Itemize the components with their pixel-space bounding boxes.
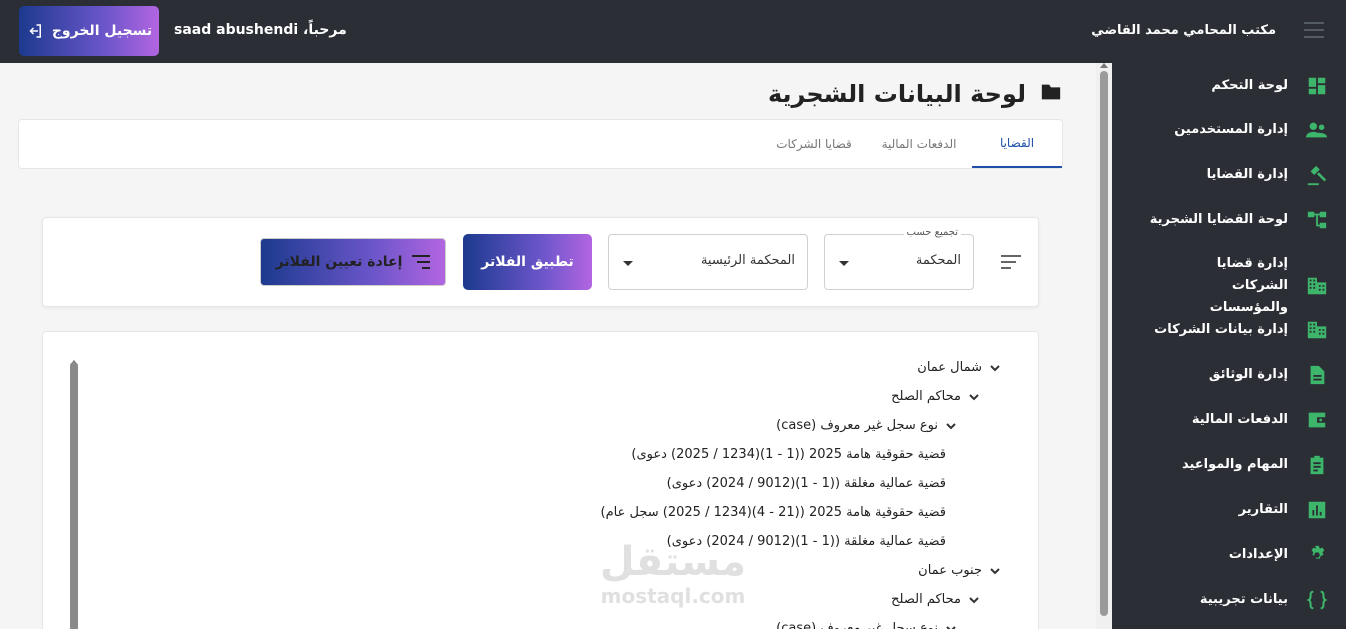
tree-row-label: قضية حقوقية هامة 2025 ((21 - 4)(1234 / 2… — [600, 505, 946, 520]
tabs-bar: القضايا الدفعات المالية قضايا الشركات — [18, 119, 1063, 169]
reset-filters-button[interactable]: إعادة تعيين الفلاتر — [260, 238, 446, 286]
office-name: مكتب المحامي محمد القاضي — [1091, 23, 1276, 38]
chevron-down-icon — [623, 261, 633, 266]
sort-icon — [1001, 255, 1021, 271]
tree-row-label: محاكم الصلح — [891, 389, 961, 404]
court-select[interactable]: المحكمة الرئيسية — [608, 234, 808, 290]
tree-row[interactable]: نوع سجل غير معروف (case) — [776, 621, 958, 629]
chevron-down-icon — [839, 261, 849, 266]
sidebar-item-0[interactable]: لوحة التحكم — [1112, 75, 1346, 97]
tree-row-label: نوع سجل غير معروف (case) — [776, 621, 938, 629]
filter-card: تجميع حسب المحكمة المحكمة الرئيسية تطبيق… — [42, 217, 1039, 307]
chevron-down-icon[interactable] — [967, 593, 981, 607]
tree-row-label: قضية عمالية مغلقة ((1 - 1)(9012 / 2024) … — [666, 476, 946, 491]
sidebar-item-4[interactable]: إدارة قضايا الشركات والمؤسسات — [1112, 253, 1346, 319]
document-icon — [1306, 364, 1328, 386]
group-by-select[interactable]: تجميع حسب المحكمة — [824, 227, 974, 290]
sidebar-item-label: إدارة قضايا الشركات والمؤسسات — [1209, 256, 1288, 315]
tree-row-label: شمال عمان — [917, 360, 982, 375]
tree-scrollbar[interactable] — [70, 362, 78, 629]
page-title: لوحة البيانات الشجرية — [767, 80, 1026, 108]
tree-row[interactable]: قضية عمالية مغلقة ((1 - 1)(9012 / 2024) … — [667, 534, 946, 549]
tab-company-cases[interactable]: قضايا الشركات — [764, 120, 864, 168]
tree-row[interactable]: نوع سجل غير معروف (case) — [776, 418, 958, 433]
sidebar-item-8[interactable]: المهام والمواعيد — [1112, 454, 1346, 476]
welcome-text: مرحباً، saad abushendi — [174, 22, 347, 38]
wallet-icon — [1306, 409, 1328, 431]
apply-filters-button[interactable]: تطبيق الفلاتر — [463, 234, 592, 290]
sidebar-item-1[interactable]: إدارة المستخدمين — [1112, 119, 1346, 141]
scrollbar-thumb[interactable] — [1100, 71, 1108, 616]
tree-row[interactable]: محاكم الصلح — [891, 389, 981, 404]
sidebar-item-2[interactable]: إدارة القضايا — [1112, 164, 1346, 186]
tree-row[interactable]: قضية حقوقية هامة 2025 ((21 - 4)(1234 / 2… — [601, 505, 946, 520]
chevron-down-icon[interactable] — [988, 361, 1002, 375]
chevron-down-icon[interactable] — [967, 390, 981, 404]
tab-cases[interactable]: القضايا — [972, 120, 1062, 168]
chevron-down-icon[interactable] — [944, 419, 958, 433]
sidebar-item-label: الإعدادات — [1228, 547, 1288, 562]
building-icon — [1306, 275, 1328, 297]
sidebar: لوحة التحكم إدارة المستخدمين إدارة القضايا… — [1112, 63, 1346, 629]
sidebar-item-label: إدارة المستخدمين — [1174, 122, 1288, 137]
sidebar-item-10[interactable]: الإعدادات — [1112, 544, 1346, 566]
tree-panel: شمال عمان محاكم الصلح نوع سجل غير معروف (c… — [42, 331, 1039, 629]
building-icon — [1306, 319, 1328, 341]
tree-row[interactable]: قضية عمالية مغلقة ((1 - 1)(9012 / 2024) … — [667, 476, 946, 491]
braces-icon — [1306, 589, 1328, 611]
scroll-up-arrow-icon[interactable] — [1100, 63, 1108, 68]
sidebar-item-11[interactable]: بيانات تجريبية — [1112, 589, 1346, 611]
sidebar-item-label: بيانات تجريبية — [1199, 592, 1288, 607]
tree-row[interactable]: محاكم الصلح — [891, 592, 981, 607]
sidebar-item-label: إدارة بيانات الشركات — [1154, 322, 1288, 337]
folder-icon — [1040, 82, 1062, 102]
gear-icon — [1306, 544, 1328, 566]
filter-icon — [412, 255, 431, 269]
sidebar-item-9[interactable]: التقارير — [1112, 499, 1346, 521]
tree-row[interactable]: شمال عمان — [917, 360, 1002, 375]
tree-row-label: محاكم الصلح — [891, 592, 961, 607]
group-by-value: المحكمة — [915, 253, 961, 268]
sidebar-item-7[interactable]: الدفعات المالية — [1112, 409, 1346, 431]
sidebar-item-label: إدارة القضايا — [1206, 167, 1288, 182]
sidebar-item-label: لوحة القضايا الشجرية — [1149, 212, 1288, 227]
tree-row[interactable]: جنوب عمان — [918, 563, 1002, 578]
sidebar-item-label: لوحة التحكم — [1211, 78, 1288, 93]
users-icon — [1306, 119, 1328, 141]
reset-filters-label: إعادة تعيين الفلاتر — [275, 254, 403, 270]
sidebar-item-label: التقارير — [1238, 502, 1288, 517]
tree-row-label: قضية عمالية مغلقة ((1 - 1)(9012 / 2024) … — [666, 534, 946, 549]
sidebar-item-label: الدفعات المالية — [1191, 412, 1288, 427]
top-bar: تسجيل الخروج مرحباً، saad abushendi مكتب… — [0, 0, 1346, 63]
logout-button[interactable]: تسجيل الخروج — [19, 6, 159, 56]
chart-icon — [1306, 499, 1328, 521]
tab-payments[interactable]: الدفعات المالية — [869, 120, 969, 168]
menu-icon[interactable] — [1304, 22, 1324, 40]
sidebar-item-label: إدارة الوثائق — [1208, 367, 1288, 382]
logout-icon — [29, 24, 41, 38]
chevron-down-icon[interactable] — [988, 564, 1002, 578]
sidebar-item-3[interactable]: لوحة القضايا الشجرية — [1112, 209, 1346, 231]
chevron-down-icon[interactable] — [944, 622, 958, 629]
sidebar-item-6[interactable]: إدارة الوثائق — [1112, 364, 1346, 386]
group-by-label: تجميع حسب — [903, 227, 961, 238]
tree-icon — [1306, 209, 1328, 231]
sidebar-item-5[interactable]: إدارة بيانات الشركات — [1112, 319, 1346, 341]
tree-row-label: قضية حقوقية هامة 2025 ((1 - 1)(1234 / 20… — [631, 447, 946, 462]
tree-row-label: نوع سجل غير معروف (case) — [776, 418, 938, 433]
clipboard-icon — [1306, 454, 1328, 476]
gavel-icon — [1306, 164, 1328, 186]
page-scrollbar[interactable] — [1096, 63, 1112, 629]
logout-label: تسجيل الخروج — [51, 23, 153, 39]
court-value: المحكمة الرئيسية — [700, 253, 795, 268]
tree-row-label: جنوب عمان — [918, 563, 982, 578]
sidebar-item-label: المهام والمواعيد — [1181, 457, 1288, 472]
tree-row[interactable]: قضية حقوقية هامة 2025 ((1 - 1)(1234 / 20… — [631, 447, 946, 462]
dashboard-icon — [1306, 75, 1328, 97]
